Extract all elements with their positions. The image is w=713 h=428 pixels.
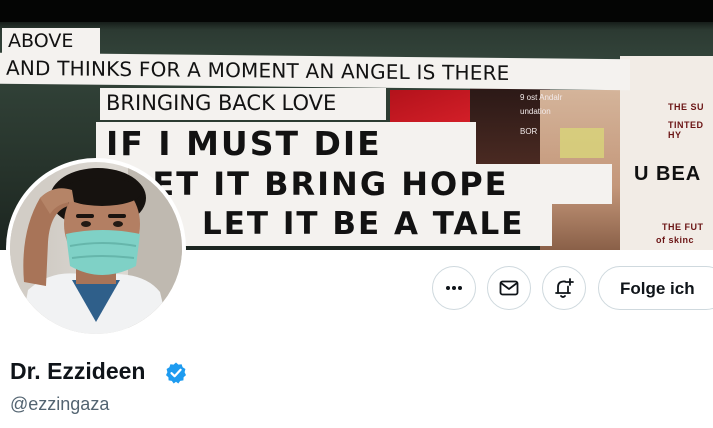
banner-text-line: AND THINKS FOR A MOMENT AN ANGEL IS THER… [0, 52, 630, 91]
profile-handle: @ezzingaza [10, 394, 110, 414]
banner-poster-right [620, 56, 713, 250]
banner-text-line: BRINGING BACK LOVE [100, 88, 386, 120]
banner-text-line: ABOVE [2, 28, 100, 55]
message-button[interactable] [487, 266, 531, 310]
verified-badge-icon[interactable] [164, 361, 188, 385]
avatar-illustration [10, 162, 182, 334]
notifications-button[interactable] [542, 266, 586, 310]
profile-avatar[interactable] [6, 158, 186, 338]
profile-page: 9 ost Andalr undation BOR THE SU TINTED … [0, 0, 713, 428]
banner-text-line: LET IT BRING HOPE [96, 164, 612, 204]
banner-poster-text: U BEA [634, 163, 702, 185]
banner-poster-text: THE FUT [662, 222, 704, 232]
banner-night-sky [0, 0, 713, 22]
envelope-icon [499, 280, 519, 296]
banner-poster-text: THE SU [668, 102, 705, 112]
profile-display-name: Dr. Ezzideen [10, 358, 146, 384]
banner-text-line: IF I MUST DIE [96, 122, 476, 166]
banner-poster-mid-text: BOR [520, 127, 538, 136]
banner-text-line: LET IT BE A TALE [150, 204, 552, 246]
avatar-photo [10, 162, 182, 334]
banner-poster-mid-text: 9 ost Andalr [520, 93, 563, 102]
banner-poster-text: TINTED HY [668, 120, 704, 140]
bell-plus-icon [555, 278, 574, 298]
following-button[interactable]: Folge ich [598, 266, 713, 310]
more-horizontal-icon [446, 286, 462, 290]
banner-poster-text: of skinc [656, 235, 695, 245]
more-button[interactable] [432, 266, 476, 310]
banner-poster-mid-text: undation [520, 107, 551, 116]
banner-sticker [560, 128, 604, 158]
